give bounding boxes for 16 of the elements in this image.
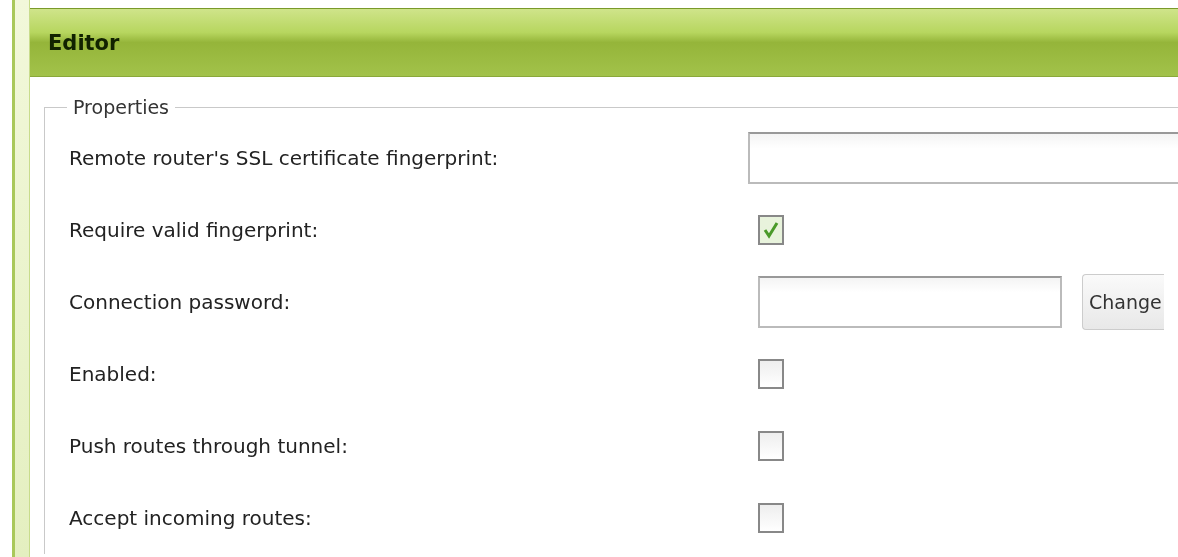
field-label: Push routes through tunnel: (69, 434, 349, 458)
group-legend: Properties (67, 96, 176, 118)
checkbox[interactable] (758, 215, 784, 245)
field-label: Connection password: (69, 290, 292, 314)
field-label: Remote router's SSL certificate fingerprint: (69, 146, 500, 170)
check-icon (761, 220, 781, 240)
field-label: Accept incoming routes: (69, 506, 313, 530)
checkbox[interactable] (758, 359, 784, 389)
input-field[interactable] (748, 132, 1178, 184)
checkbox[interactable] (758, 431, 784, 461)
field-label: Require valid fingerprint: (69, 218, 320, 242)
panel-title: Editor (48, 30, 120, 55)
change-button[interactable]: Change (1082, 274, 1164, 330)
password-field[interactable] (758, 276, 1062, 328)
field-label: Enabled: (69, 362, 158, 386)
checkbox[interactable] (758, 503, 784, 533)
